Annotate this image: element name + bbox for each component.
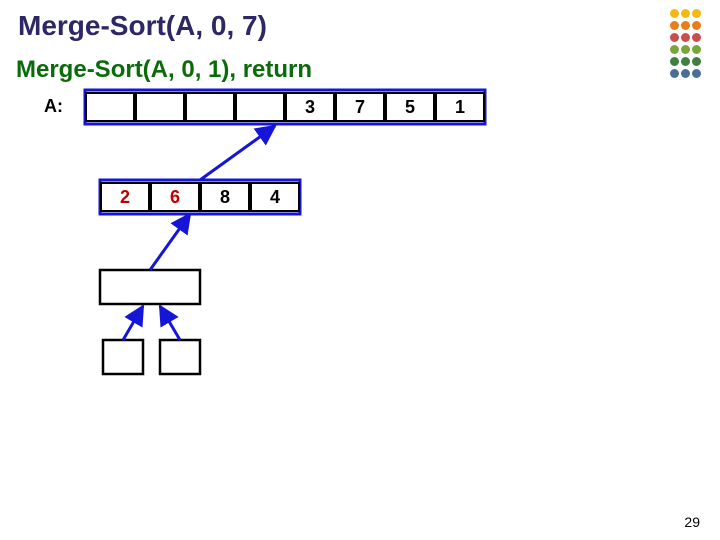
a-cell-0 xyxy=(85,92,135,122)
a-cell-4: 3 xyxy=(285,92,335,122)
row2-cell-2: 8 xyxy=(200,182,250,212)
array-label: A: xyxy=(44,96,63,117)
a-cell-7: 1 xyxy=(435,92,485,122)
a-cell-6: 5 xyxy=(385,92,435,122)
a-cell-5: 7 xyxy=(335,92,385,122)
row2-cell-3: 4 xyxy=(250,182,300,212)
row2-cell-1: 6 xyxy=(150,182,200,212)
slide-number: 29 xyxy=(684,514,700,530)
title-main: Merge-Sort(A, 0, 7) xyxy=(18,10,267,42)
a-cell-1 xyxy=(135,92,185,122)
row2-cell-0: 2 xyxy=(100,182,150,212)
title-sub: Merge-Sort(A, 0, 1), return xyxy=(16,56,312,84)
a-cell-2 xyxy=(185,92,235,122)
a-cell-3 xyxy=(235,92,285,122)
dot-grid-decoration xyxy=(669,8,702,80)
